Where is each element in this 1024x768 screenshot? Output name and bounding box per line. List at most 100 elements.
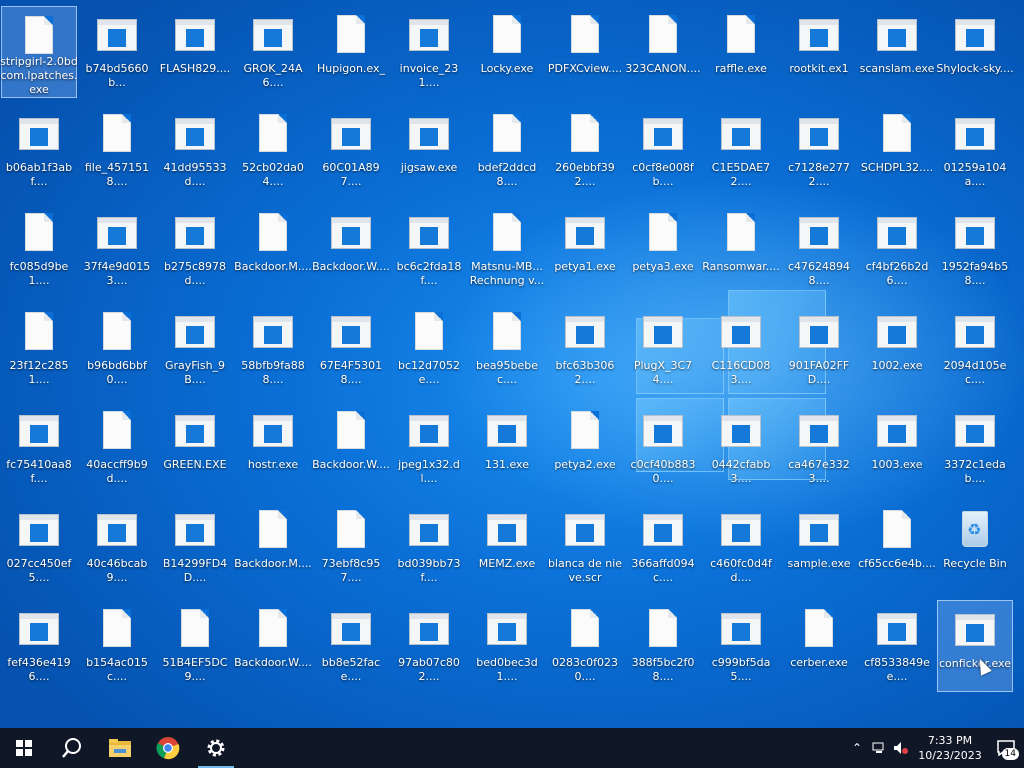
- desktop-file-icon[interactable]: jigsaw.exe: [391, 105, 467, 197]
- desktop-file-icon[interactable]: 1003.exe: [859, 402, 935, 494]
- desktop-file-icon[interactable]: SCHDPL32....: [859, 105, 935, 197]
- desktop-file-icon[interactable]: 67E4F53018....: [313, 303, 389, 395]
- desktop-file-icon[interactable]: MEMZ.exe: [469, 501, 545, 593]
- desktop-file-icon[interactable]: GrayFish_9B....: [157, 303, 233, 395]
- desktop-file-icon[interactable]: b154ac015c....: [79, 600, 155, 692]
- desktop-file-icon[interactable]: GROK_24A6....: [235, 6, 311, 98]
- desktop-file-icon[interactable]: 01259a104a....: [937, 105, 1013, 197]
- desktop-file-icon[interactable]: blanca de nieve.scr: [547, 501, 623, 593]
- desktop-file-icon[interactable]: Backdoor.W....: [312, 402, 390, 494]
- start-button[interactable]: [0, 728, 48, 768]
- desktop-file-icon[interactable]: hostr.exe: [235, 402, 311, 494]
- desktop-file-icon[interactable]: cf65cc6e4b....: [858, 501, 936, 593]
- desktop-file-icon[interactable]: b96bd6bbf0....: [79, 303, 155, 395]
- desktop-file-icon[interactable]: jpeg1x32.dl....: [391, 402, 467, 494]
- desktop-file-icon[interactable]: fef436e4196....: [1, 600, 77, 692]
- desktop-file-icon[interactable]: 2094d105ec....: [937, 303, 1013, 395]
- desktop-file-icon[interactable]: petya3.exe: [625, 204, 701, 296]
- desktop-file-icon[interactable]: 73ebf8c957....: [313, 501, 389, 593]
- desktop-file-icon[interactable]: Backdoor.W....: [234, 600, 312, 692]
- desktop-file-icon[interactable]: Backdoor.M....: [234, 501, 312, 593]
- desktop-file-icon[interactable]: ca467e3323....: [781, 402, 857, 494]
- desktop-file-icon[interactable]: GREEN.EXE: [157, 402, 233, 494]
- desktop-file-icon[interactable]: 23f12c2851....: [1, 303, 77, 395]
- desktop-file-icon[interactable]: scanslam.exe: [859, 6, 935, 98]
- desktop-file-icon[interactable]: Locky.exe: [469, 6, 545, 98]
- desktop-file-icon[interactable]: cf8533849ee....: [859, 600, 935, 692]
- desktop-file-icon[interactable]: cf4bf26b2d6....: [859, 204, 935, 296]
- desktop-file-icon[interactable]: Backdoor.W....: [312, 204, 390, 296]
- desktop-file-icon[interactable]: bc6c2fda18f....: [391, 204, 467, 296]
- desktop-file-icon[interactable]: 027cc450ef5....: [1, 501, 77, 593]
- desktop-file-icon[interactable]: 131.exe: [469, 402, 545, 494]
- desktop-file-icon[interactable]: raffle.exe: [703, 6, 779, 98]
- desktop-file-icon[interactable]: 0283c0f0230....: [547, 600, 623, 692]
- desktop-file-icon[interactable]: FLASH829....: [157, 6, 233, 98]
- desktop-file-icon[interactable]: B14299FD4D....: [157, 501, 233, 593]
- desktop-file-icon[interactable]: 323CANON....: [625, 6, 701, 98]
- desktop-file-icon[interactable]: file_4571518....: [79, 105, 155, 197]
- desktop-file-icon[interactable]: c0cf40b8830....: [625, 402, 701, 494]
- desktop-file-icon[interactable]: 60C01A897....: [313, 105, 389, 197]
- desktop-file-icon[interactable]: c476248948....: [781, 204, 857, 296]
- desktop-file-icon[interactable]: 51B4EF5DC9....: [157, 600, 233, 692]
- desktop-file-icon[interactable]: b06ab1f3abf....: [1, 105, 77, 197]
- desktop-file-icon[interactable]: c7128e2772....: [781, 105, 857, 197]
- desktop-file-icon[interactable]: 97ab07c802....: [391, 600, 467, 692]
- chevron-up-icon[interactable]: ⌃: [846, 728, 868, 768]
- desktop-file-icon[interactable]: b275c8978d....: [157, 204, 233, 296]
- action-center-button[interactable]: 14: [988, 728, 1024, 768]
- desktop-file-icon[interactable]: 1002.exe: [859, 303, 935, 395]
- desktop-file-icon[interactable]: Shylock-sky....: [936, 6, 1014, 98]
- desktop-file-icon[interactable]: c999bf5da5....: [703, 600, 779, 692]
- desktop-file-icon[interactable]: stripgirl-2.0bdcom.lpatches.exe: [0, 6, 78, 98]
- desktop-file-icon[interactable]: Ransomwar....: [702, 204, 780, 296]
- desktop-file-icon[interactable]: 41dd95533d....: [157, 105, 233, 197]
- settings-button[interactable]: [192, 728, 240, 768]
- desktop-file-icon[interactable]: 40c46bcab9....: [79, 501, 155, 593]
- desktop-file-icon[interactable]: 3372c1edab....: [937, 402, 1013, 494]
- desktop-file-icon[interactable]: Backdoor.M....: [234, 204, 312, 296]
- desktop-file-icon[interactable]: rootkit.ex1: [781, 6, 857, 98]
- desktop-file-icon[interactable]: fc085d9be1....: [1, 204, 77, 296]
- desktop-file-icon[interactable]: 260ebbf392....: [547, 105, 623, 197]
- desktop-file-icon[interactable]: cerber.exe: [781, 600, 857, 692]
- desktop-file-icon[interactable]: c460fc0d4fd....: [703, 501, 779, 593]
- desktop-file-icon[interactable]: petya2.exe: [547, 402, 623, 494]
- desktop-file-icon[interactable]: 0442cfabb3....: [703, 402, 779, 494]
- desktop-file-icon[interactable]: Matsnu-MB...Rechnung v...: [469, 204, 545, 296]
- recycle-bin-icon[interactable]: Recycle Bin: [937, 501, 1013, 593]
- desktop-file-icon[interactable]: C116CD083....: [703, 303, 779, 395]
- search-button[interactable]: [48, 728, 96, 768]
- desktop-file-icon[interactable]: 388f5bc2f08....: [625, 600, 701, 692]
- desktop-file-icon[interactable]: bb8e52face....: [313, 600, 389, 692]
- network-icon[interactable]: [868, 728, 890, 768]
- desktop-file-icon[interactable]: bea95bebec....: [469, 303, 545, 395]
- desktop-file-icon[interactable]: conficker.exe: [937, 600, 1013, 692]
- chrome-button[interactable]: [144, 728, 192, 768]
- desktop-file-icon[interactable]: 40accff9b9d....: [79, 402, 155, 494]
- desktop-file-icon[interactable]: petya1.exe: [547, 204, 623, 296]
- desktop-file-icon[interactable]: C1E5DAE72....: [703, 105, 779, 197]
- desktop-file-icon[interactable]: bdef2ddcd8....: [469, 105, 545, 197]
- desktop-file-icon[interactable]: sample.exe: [781, 501, 857, 593]
- desktop-file-icon[interactable]: bc12d7052e....: [391, 303, 467, 395]
- desktop-file-icon[interactable]: 366affd094c....: [625, 501, 701, 593]
- desktop-file-icon[interactable]: bed0bec3d1....: [469, 600, 545, 692]
- desktop-file-icon[interactable]: 58bfb9fa888....: [235, 303, 311, 395]
- file-explorer-button[interactable]: [96, 728, 144, 768]
- desktop-file-icon[interactable]: 37f4e9d0153....: [79, 204, 155, 296]
- desktop-file-icon[interactable]: 52cb02da04....: [235, 105, 311, 197]
- desktop-file-icon[interactable]: invoice_231....: [391, 6, 467, 98]
- desktop-file-icon[interactable]: 901FA02FFD....: [781, 303, 857, 395]
- desktop-file-icon[interactable]: fc75410aa8f....: [1, 402, 77, 494]
- desktop-file-icon[interactable]: PDFXCview....: [547, 6, 623, 98]
- speaker-muted-icon[interactable]: [890, 728, 912, 768]
- desktop-file-icon[interactable]: b74bd5660b...: [79, 6, 155, 98]
- desktop-file-icon[interactable]: c0cf8e008fb....: [625, 105, 701, 197]
- desktop-file-icon[interactable]: Hupigon.ex_: [313, 6, 389, 98]
- desktop-file-icon[interactable]: bfc63b3062....: [547, 303, 623, 395]
- desktop-file-icon[interactable]: PlugX_3C74....: [625, 303, 701, 395]
- desktop-file-icon[interactable]: 1952fa94b58....: [937, 204, 1013, 296]
- desktop-file-icon[interactable]: bd039bb73f....: [391, 501, 467, 593]
